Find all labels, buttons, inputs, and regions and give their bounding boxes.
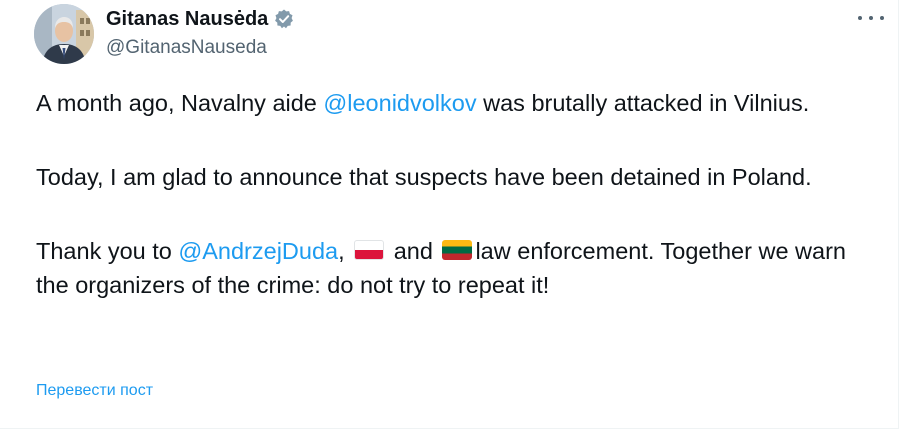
text-segment: and <box>387 238 440 264</box>
lithuania-flag-icon <box>442 240 473 260</box>
more-dot <box>858 16 862 20</box>
tweet-paragraph-2: Today, I am glad to announce that suspec… <box>36 160 876 194</box>
name-row: Gitanas Nausėda <box>106 6 295 32</box>
more-horizontal-icon[interactable] <box>858 10 884 26</box>
more-dot <box>869 16 873 20</box>
tweet-card: Gitanas Nausėda @GitanasNauseda A month … <box>0 0 899 429</box>
tweet-paragraph-3: Thank you to @AndrzejDuda, and law enfor… <box>36 234 876 302</box>
avatar[interactable] <box>34 4 94 64</box>
text-segment: A month ago, Navalny aide <box>36 90 324 116</box>
poland-flag-icon <box>354 240 385 260</box>
text-segment: was brutally attacked in Vilnius. <box>476 90 810 116</box>
text-segment: , <box>338 238 352 264</box>
translate-post-link[interactable]: Перевести пост <box>36 382 153 400</box>
display-name[interactable]: Gitanas Nausėda <box>106 8 268 31</box>
mention-link-andrzejduda[interactable]: @AndrzejDuda <box>178 238 338 264</box>
more-dot <box>880 16 884 20</box>
tweet-paragraph-1: A month ago, Navalny aide @leonidvolkov … <box>36 86 876 120</box>
text-segment: Thank you to <box>36 238 179 264</box>
tweet-text: A month ago, Navalny aide @leonidvolkov … <box>36 86 876 302</box>
verified-badge-icon[interactable] <box>273 8 295 30</box>
tweet-header: Gitanas Nausėda @GitanasNauseda <box>106 6 295 59</box>
mention-link-leonidvolkov[interactable]: @leonidvolkov <box>323 90 476 116</box>
text-segment: Today, I am glad to announce that suspec… <box>36 164 812 190</box>
user-handle[interactable]: @GitanasNauseda <box>106 37 295 59</box>
